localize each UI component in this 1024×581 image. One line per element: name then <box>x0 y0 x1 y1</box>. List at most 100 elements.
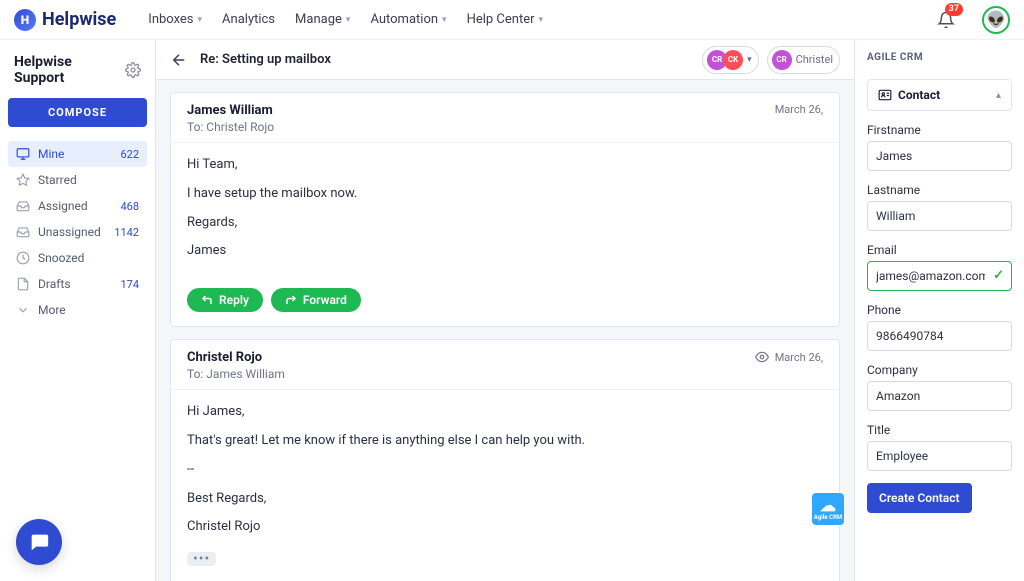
message-line: I have setup the mailbox now. <box>187 184 823 205</box>
nav-help-center[interactable]: Help Center▾ <box>467 12 543 27</box>
main-column: Re: Setting up mailbox CR CK ▾ CR Christ… <box>156 40 854 581</box>
message-line: Hi James, <box>187 402 823 423</box>
rail-section-contact[interactable]: Contact ▴ <box>867 79 1012 111</box>
compose-button[interactable]: COMPOSE <box>8 98 147 127</box>
message-from: Christel Rojo <box>187 350 285 365</box>
avatar-chip: CR <box>772 50 792 70</box>
chat-fab[interactable] <box>16 519 62 565</box>
message-line: Christel Rojo <box>187 517 823 538</box>
thread-header: Re: Setting up mailbox CR CK ▾ CR Christ… <box>156 40 854 80</box>
clock-icon <box>16 251 30 265</box>
chevron-down-icon: ▾ <box>539 15 544 25</box>
user-avatar[interactable]: 👽 <box>982 6 1010 34</box>
message-date: March 26, <box>775 103 823 116</box>
chat-icon <box>28 531 50 553</box>
arrow-left-icon <box>170 51 188 69</box>
message-line: Regards, <box>187 213 823 234</box>
create-contact-button[interactable]: Create Contact <box>867 483 972 513</box>
sidebar-item-starred[interactable]: Starred <box>8 167 147 193</box>
message-date: March 26, <box>755 350 823 364</box>
field-lastname: Lastname <box>867 183 1012 231</box>
inbox-icon <box>16 199 30 213</box>
message-line: Hi Team, <box>187 155 823 176</box>
nav-analytics[interactable]: Analytics <box>222 12 275 27</box>
message-to: To: Christel Rojo <box>187 120 274 134</box>
thread-body: James William To: Christel Rojo March 26, H… <box>156 80 854 581</box>
sidebar-item-label: More <box>38 303 131 317</box>
rail-section-label: Contact <box>898 88 940 102</box>
cloud-icon: ☁ <box>820 498 836 514</box>
chevron-down-icon: ▾ <box>346 15 351 25</box>
agile-crm-badge[interactable]: ☁ Agile CRM <box>812 493 844 525</box>
back-button[interactable] <box>170 51 188 69</box>
sidebar-item-label: Assigned <box>38 199 112 213</box>
lastname-input[interactable] <box>867 201 1012 231</box>
participants-group[interactable]: CR CK ▾ <box>702 46 759 74</box>
inbox-icon <box>16 225 30 239</box>
checkmark-icon: ✓ <box>993 268 1004 283</box>
avatar-chip: CK <box>723 50 743 70</box>
sidebar-list: Mine622Starred Assigned 468 Unassigned 1142 S… <box>8 141 147 323</box>
star-icon <box>16 173 30 187</box>
company-input[interactable] <box>867 381 1012 411</box>
message-body: Hi Team, I have setup the mailbox now. Reg… <box>171 142 839 284</box>
brand-name: Helpwise <box>42 9 116 30</box>
sidebar-item-mine[interactable]: Mine622 <box>8 141 147 167</box>
file-icon <box>16 277 30 291</box>
notif-badge: 37 <box>945 3 963 16</box>
nav-automation[interactable]: Automation▾ <box>370 12 446 27</box>
message-card: James William To: Christel Rojo March 26, H… <box>170 92 840 327</box>
thread-subject: Re: Setting up mailbox <box>200 52 690 67</box>
message-line: -- <box>187 460 823 481</box>
sidebar-item-label: Snoozed <box>38 251 131 265</box>
reply-icon <box>201 294 213 306</box>
sidebar-item-unassigned[interactable]: Unassigned 1142 <box>8 219 147 245</box>
chevron-down-icon: ▾ <box>747 55 752 65</box>
gear-icon[interactable] <box>125 62 141 78</box>
field-firstname: Firstname <box>867 123 1012 171</box>
chevron-down-icon: ▾ <box>198 15 203 25</box>
brand-logo[interactable]: H Helpwise <box>14 9 116 31</box>
message-body: Hi James, That's great! Let me know if th… <box>171 389 839 581</box>
expand-quoted-button[interactable]: ••• <box>187 552 216 566</box>
monitor-icon <box>16 147 30 161</box>
nav-manage[interactable]: Manage▾ <box>295 12 350 27</box>
title-input[interactable] <box>867 441 1012 471</box>
message-header: James William To: Christel Rojo March 26, <box>171 93 839 142</box>
phone-input[interactable] <box>867 321 1012 351</box>
field-phone: Phone <box>867 303 1012 351</box>
nav-inboxes[interactable]: Inboxes▾ <box>148 12 202 27</box>
sidebar-item-more[interactable]: More <box>8 297 147 323</box>
message-from: James William <box>187 103 274 118</box>
message-line: James <box>187 241 823 262</box>
chev-icon <box>16 303 30 317</box>
chevron-down-icon: ▾ <box>442 15 447 25</box>
sidebar-item-assigned[interactable]: Assigned 468 <box>8 193 147 219</box>
forward-icon <box>285 294 297 306</box>
reply-button[interactable]: Reply <box>187 288 263 312</box>
top-nav: H Helpwise Inboxes▾ Analytics Manage▾ Au… <box>0 0 1024 40</box>
participant-name: Christel <box>796 53 833 66</box>
logo-mark-icon: H <box>14 9 36 31</box>
rail-title: AGILE CRM <box>867 50 1012 67</box>
sidebar-item-drafts[interactable]: Drafts174 <box>8 271 147 297</box>
sidebar-item-count: 622 <box>120 148 139 161</box>
sidebar-item-snoozed[interactable]: Snoozed <box>8 245 147 271</box>
field-email: Email ✓ <box>867 243 1012 291</box>
sidebar-item-label: Unassigned <box>38 225 106 239</box>
sidebar-item-count: 174 <box>120 278 139 291</box>
email-input[interactable] <box>867 261 1012 291</box>
message-actions: Reply Forward <box>171 284 839 326</box>
chevron-up-icon: ▴ <box>996 90 1001 101</box>
notifications-button[interactable]: 37 <box>932 6 960 34</box>
participant-single[interactable]: CR Christel <box>767 46 840 74</box>
sidebar-item-count: 468 <box>120 200 139 213</box>
firstname-input[interactable] <box>867 141 1012 171</box>
forward-button[interactable]: Forward <box>271 288 361 312</box>
message-line: That's great! Let me know if there is an… <box>187 431 823 452</box>
message-line: Best Regards, <box>187 489 823 510</box>
field-company: Company <box>867 363 1012 411</box>
nav-items: Inboxes▾ Analytics Manage▾ Automation▾ H… <box>148 12 543 27</box>
sidebar-item-count: 1142 <box>114 226 139 239</box>
message-to: To: James William <box>187 367 285 381</box>
